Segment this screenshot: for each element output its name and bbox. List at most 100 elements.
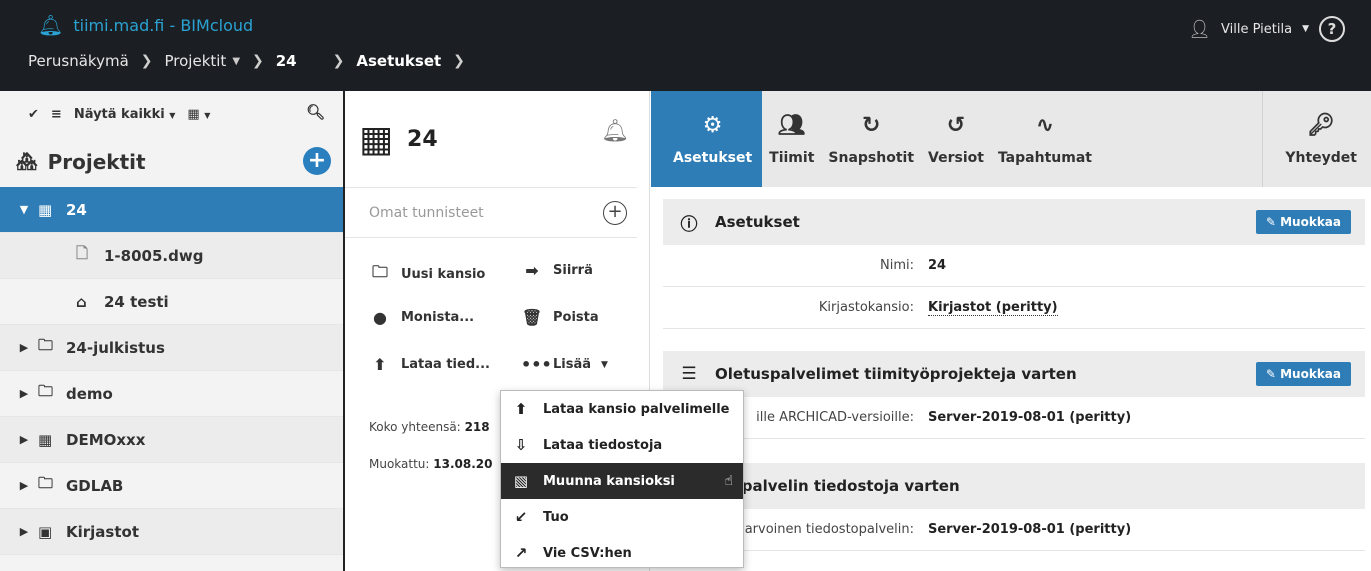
caret-right-icon[interactable]: ▶ [10, 341, 38, 354]
breadcrumb-current[interactable]: Asetukset [356, 52, 441, 70]
duplicate-label: Monista... [401, 310, 475, 325]
menu-item-label: Muunna kansioksi [543, 473, 675, 489]
tab-snapshots[interactable]: ↻ Snapshotit [821, 91, 921, 187]
chevron-right-icon: ❯ [453, 53, 465, 69]
edit-label: Muokkaa [1280, 367, 1341, 381]
delete-button[interactable]: 🗑︎ Poista [521, 308, 599, 327]
menu-item-label: Lataa kansio palvelimelle [543, 401, 730, 417]
settings-section: ⓘ Asetukset ✎ Muokkaa Nimi: 24 Kirjastok… [663, 199, 1365, 329]
chevron-right-icon: ❯ [332, 53, 345, 69]
hand-cursor-icon: ☝︎ [724, 473, 733, 489]
building-icon: ▦ [38, 200, 53, 219]
edit-button[interactable]: ✎ Muokkaa [1255, 362, 1351, 386]
calendar-icon[interactable]: ▦ ▼ [187, 107, 210, 122]
caret-right-icon[interactable]: ▶ [10, 387, 38, 400]
caret-down-icon[interactable]: ▼ [10, 203, 38, 216]
project-title: 24 [407, 126, 438, 152]
caret-right-icon[interactable]: ▶ [10, 433, 38, 446]
bell-logo-icon: 🔔︎ [38, 13, 64, 37]
search-icon[interactable]: 🔍︎ [306, 103, 325, 121]
breadcrumb-home[interactable]: Perusnäkymä [28, 52, 129, 70]
file-icon: 🗋︎ [76, 244, 89, 262]
list-icon[interactable]: ≡ [51, 107, 62, 122]
duplicate-button[interactable]: ● Monista... [369, 308, 474, 327]
menu-item-label: Tuo [543, 509, 569, 525]
user-icon: 👤︎ [1188, 18, 1212, 40]
move-button[interactable]: ➡︎ Siirrä [521, 261, 593, 280]
add-project-button[interactable]: + [303, 147, 331, 175]
menu-item-upload-folder[interactable]: ⬆︎ Lataa kansio palvelimelle [501, 391, 743, 427]
tab-label: Snapshotit [828, 149, 915, 166]
tab-settings[interactable]: ⚙︎ Asetukset [651, 91, 763, 187]
sidebar-toolbar: ✔ ≡ Näytä kaikki ▼ ▦ ▼ 🔍︎ [0, 91, 343, 137]
menu-item-convert-to-folder[interactable]: ▧ Muunna kansioksi ☝︎ [501, 463, 743, 499]
checkmark-icon[interactable]: ✔ [28, 107, 39, 122]
tree-item-24-testi[interactable]: ⌂ 24 testi [0, 279, 343, 325]
filter-label: Näytä kaikki [73, 106, 165, 122]
section-header: tuspalvelin tiedostoja varten [663, 463, 1365, 509]
breadcrumb-project[interactable]: 24 [276, 52, 297, 70]
tab-events[interactable]: ∿ Tapahtumat [991, 91, 1099, 187]
brand-name[interactable]: tiimi.mad.fi - BIMcloud [73, 16, 253, 35]
caret-down-icon[interactable]: ▼ [1302, 24, 1309, 34]
building-icon: ▦ [359, 118, 394, 160]
house-icon: ⌂ [76, 292, 87, 311]
tree-item-kirjastot[interactable]: ▶ ▣ Kirjastot [0, 509, 343, 555]
upload-label: Lataa tied... [401, 357, 490, 372]
user-name[interactable]: Ville Pietila [1221, 22, 1292, 37]
snapshot-icon: ↻ [861, 112, 881, 138]
tree-item-demo[interactable]: ▶ 🗀︎ demo [0, 371, 343, 417]
help-icon[interactable]: ? [1319, 16, 1345, 42]
info-icon: ⓘ [680, 214, 698, 235]
server-value: Server-2019-08-01 (peritty) [928, 410, 1132, 425]
caret-down-icon: ▼ [601, 359, 608, 370]
caret-down-icon: ▼ [169, 110, 176, 120]
upload-button[interactable]: ⬆︎ Lataa tied... [369, 355, 490, 374]
tab-label: Asetukset [673, 149, 753, 166]
section-title: tuspalvelin tiedostoja varten [715, 477, 960, 495]
tab-label: Yhteydet [1285, 149, 1357, 166]
tree-item-24[interactable]: ▼ ▦ 24 [0, 187, 343, 233]
tab-teams[interactable]: 👥︎ Tiimit [762, 91, 821, 187]
convert-icon: ▧ [513, 472, 529, 490]
sidebar-title: Projektit [47, 150, 146, 174]
new-folder-button[interactable]: 🗀︎ Uusi kansio [369, 261, 485, 288]
size-value: 218 [464, 420, 490, 434]
bell-icon[interactable]: 🔔︎ [601, 119, 629, 144]
arrow-right-icon: ➡︎ [525, 261, 539, 280]
user-menu[interactable]: 👤︎ Ville Pietila ▼ ? [1188, 16, 1345, 42]
tree-item-label: 24 [66, 200, 87, 219]
menu-item-import[interactable]: ↙ Tuo [501, 499, 743, 535]
library-link[interactable]: Kirjastot (peritty) [928, 300, 1058, 316]
tree-item-demoxxx[interactable]: ▶ ▦ DEMOxxx [0, 417, 343, 463]
tags-field[interactable]: Omat tunnisteet + [345, 188, 637, 238]
folder-icon: 🗀︎ [371, 262, 388, 281]
sidebar-header: 🏘︎ Projektit + [0, 137, 343, 187]
size-label: Koko yhteensä: [369, 420, 461, 434]
caret-right-icon[interactable]: ▶ [10, 479, 38, 492]
settings-panel: ⚙︎ Asetukset 👥︎ Tiimit ↻ Snapshotit ↺ Ve… [651, 91, 1371, 571]
menu-item-upload-files[interactable]: ⇩ Lataa tiedostoja [501, 427, 743, 463]
tree-item-file[interactable]: 🗋︎ 1-8005.dwg [0, 233, 343, 279]
tree-item-24-julkistus[interactable]: ▶ 🗀︎ 24-julkistus [0, 325, 343, 371]
tab-connections[interactable]: 🔑︎ Yhteydet [1262, 91, 1371, 187]
name-label: Nimi: [880, 258, 914, 273]
more-button[interactable]: ••• Lisää ▼ [521, 355, 608, 374]
caret-down-icon[interactable]: ▼ [232, 56, 240, 67]
menu-item-export-csv[interactable]: ↗ Vie CSV:hen [501, 535, 743, 571]
tree-item-gdlab[interactable]: ▶ 🗀︎ GDLAB [0, 463, 343, 509]
breadcrumb-projects[interactable]: Projektit [165, 52, 227, 70]
add-tag-icon[interactable]: + [603, 201, 627, 225]
edit-label: Muokkaa [1280, 215, 1341, 229]
caret-right-icon[interactable]: ▶ [10, 525, 38, 538]
tags-placeholder: Omat tunnisteet [369, 204, 484, 221]
upload-file-icon: ⇩ [514, 436, 528, 454]
library-row: Kirjastokansio: Kirjastot (peritty) [663, 287, 1365, 329]
filter-dropdown[interactable]: Näytä kaikki ▼ [74, 107, 176, 122]
tab-versions[interactable]: ↺ Versiot [921, 91, 991, 187]
brand[interactable]: 🔔︎ tiimi.mad.fi - BIMcloud [38, 14, 253, 36]
chevron-right-icon: ❯ [252, 53, 264, 69]
edit-button[interactable]: ✎ Muokkaa [1255, 210, 1351, 234]
history-icon: ↺ [946, 112, 966, 138]
servers-section: ☰ Oletuspalvelimet tiimityöprojekteja va… [663, 351, 1365, 439]
